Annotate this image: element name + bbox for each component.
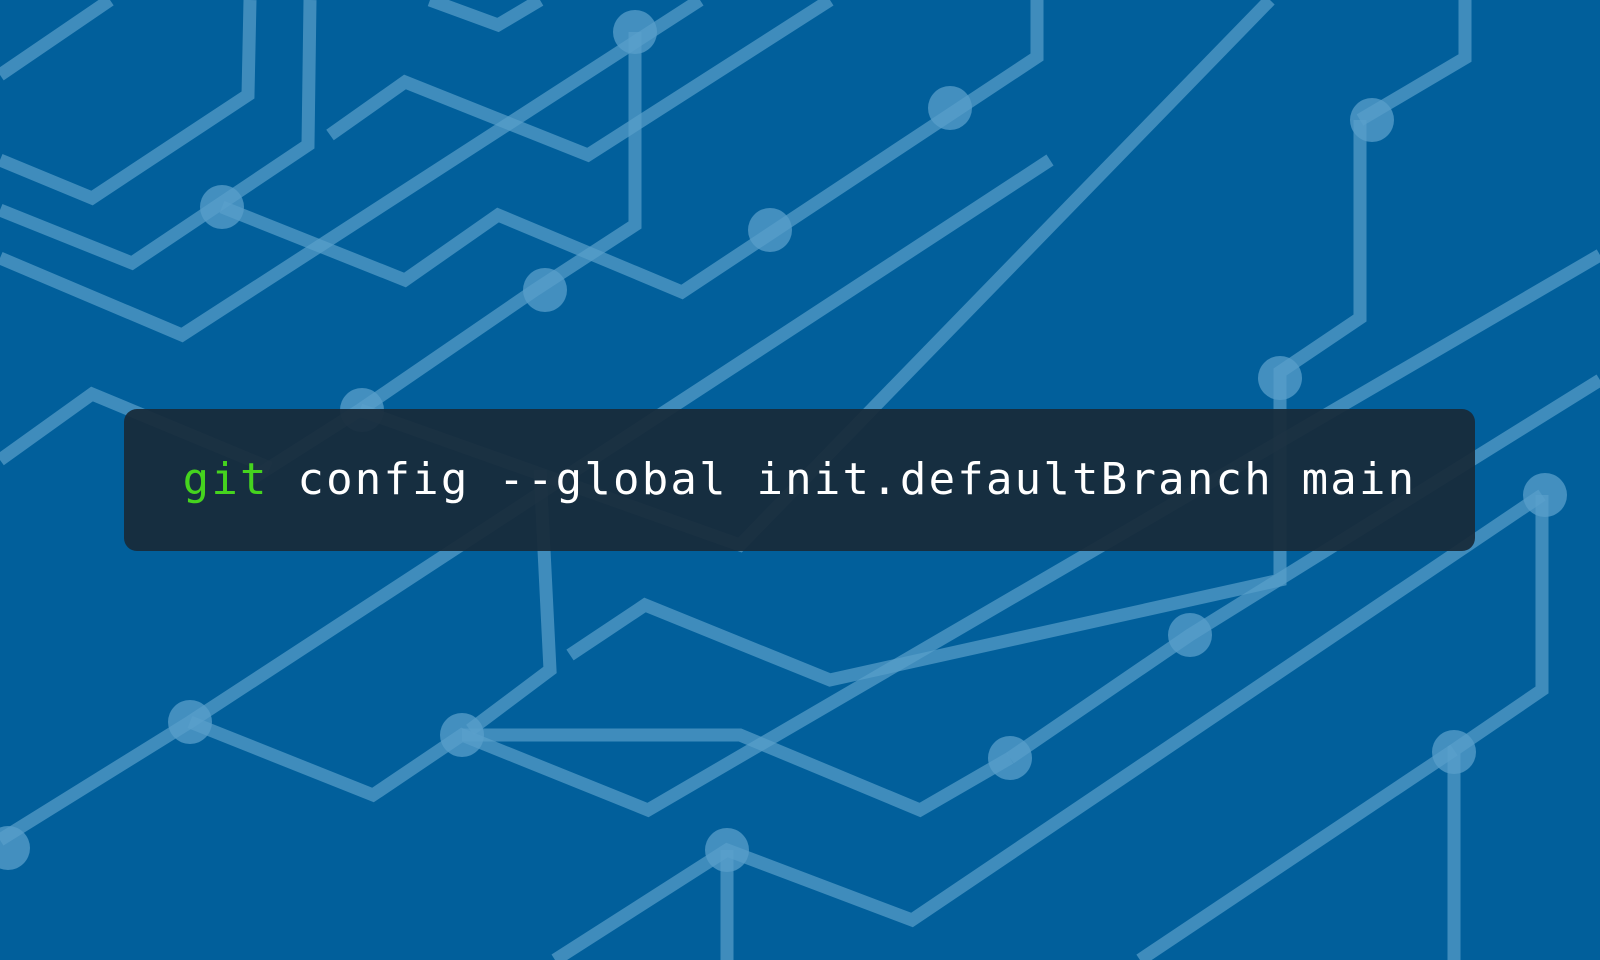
circuit-node [988,736,1032,780]
command-panel: git config --global init.defaultBranch m… [124,409,1475,551]
circuit-node [748,208,792,252]
circuit-trace [0,0,257,206]
circuit-node [1258,356,1302,400]
circuit-node [200,185,244,229]
circuit-node [168,700,212,744]
command-line: git config --global init.defaultBranch m… [183,458,1417,502]
circuit-node [1523,473,1567,517]
command-arguments: config --global init.defaultBranch main [268,454,1417,505]
circuit-node [1432,730,1476,774]
circuit-trace [0,0,704,343]
circuit-node [0,826,30,870]
circuit-trace [0,0,114,81]
circuit-node [1350,98,1394,142]
circuit-node [1168,613,1212,657]
circuit-node [440,713,484,757]
circuit-trace [1136,744,1458,960]
circuit-node [523,268,567,312]
circuit-node [928,86,972,130]
circuit-node [613,10,657,54]
circuit-node [705,828,749,872]
circuit-trace [427,0,544,33]
command-keyword: git [182,454,269,505]
circuit-trace [1447,495,1549,960]
